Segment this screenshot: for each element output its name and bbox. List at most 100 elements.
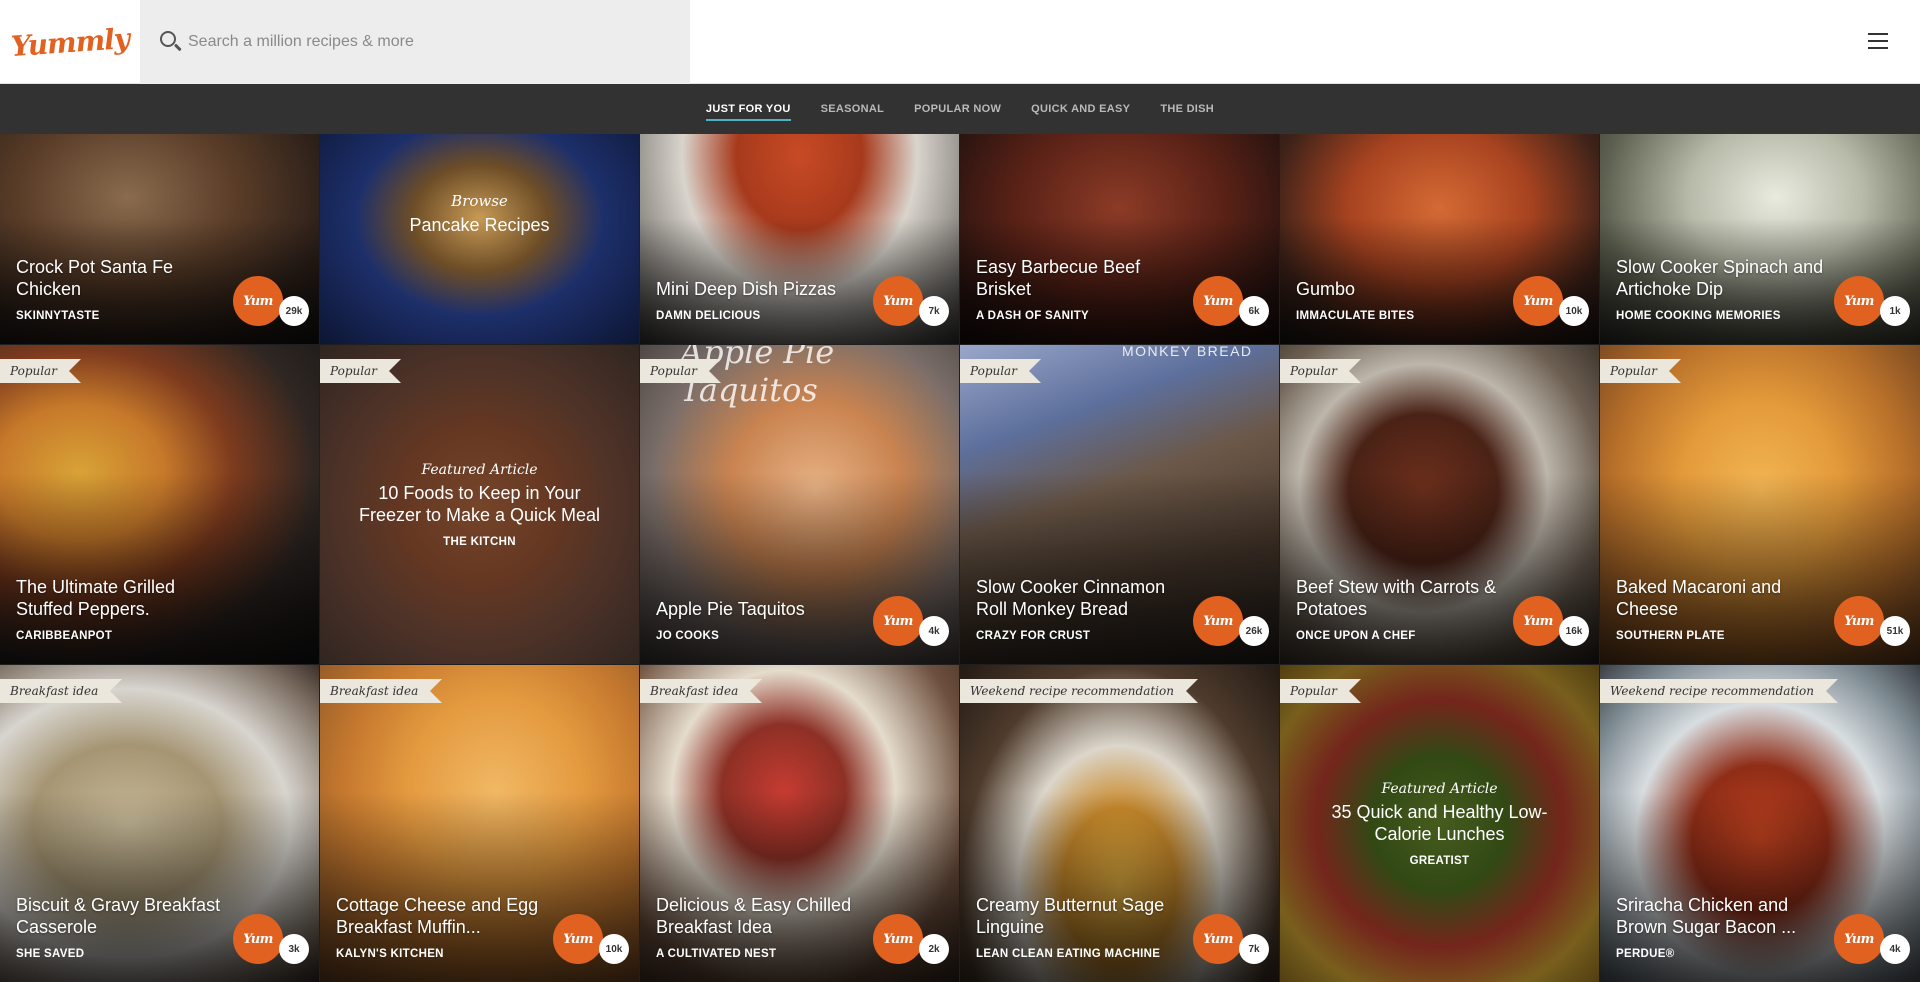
recipe-card[interactable]: Apple Pie Taquitos Popular Apple Pie Taq… [640,345,959,664]
hamburger-menu-icon[interactable] [1868,33,1888,49]
yum-button[interactable]: Yum [1834,276,1884,326]
category-nav: JUST FOR YOU SEASONAL POPULAR NOW QUICK … [0,84,1920,134]
recipe-source[interactable]: SKINNYTASTE [16,310,100,322]
yum-count: 29k [279,296,309,326]
weekend-tag: Weekend recipe recommendation [1600,679,1838,703]
recipe-title[interactable]: Apple Pie Taquitos [656,598,866,620]
yum-button[interactable]: Yum [1193,914,1243,964]
article-card[interactable]: Popular Featured Article 35 Quick and He… [1280,665,1599,982]
search-bar[interactable] [140,0,690,84]
breakfast-tag: Breakfast idea [0,679,123,703]
recipe-card[interactable]: Crock Pot Santa Fe Chicken SKINNYTASTE Y… [0,134,319,344]
recipe-card[interactable]: Weekend recipe recommendation Sriracha C… [1600,665,1920,982]
recipe-title[interactable]: Crock Pot Santa Fe Chicken [16,256,226,300]
yum-button[interactable]: Yum [1834,914,1884,964]
recipe-title[interactable]: Biscuit & Gravy Breakfast Casserole [16,894,226,938]
yum-button[interactable]: Yum [1834,596,1884,646]
article-title[interactable]: 10 Foods to Keep in Your Freezer to Make… [350,482,609,526]
recipe-card[interactable]: MONKEY BREAD Popular Slow Cooker Cinnamo… [960,345,1279,664]
yum-count: 10k [599,934,629,964]
recipe-source[interactable]: DAMN DELICIOUS [656,310,761,322]
yum-button[interactable]: Yum [873,596,923,646]
yum-count: 7k [1239,934,1269,964]
tab-just-for-you[interactable]: JUST FOR YOU [691,84,806,134]
yum-button[interactable]: Yum [233,914,283,964]
yum-count: 2k [919,934,949,964]
recipe-title[interactable]: The Ultimate Grilled Stuffed Peppers. [16,576,226,620]
yum-count: 26k [1239,616,1269,646]
recipe-title[interactable]: Mini Deep Dish Pizzas [656,278,866,300]
yum-count: 6k [1239,296,1269,326]
logo-text[interactable]: Yummly [10,21,130,62]
recipe-card[interactable]: Easy Barbecue Beef Brisket A DASH OF SAN… [960,134,1279,344]
breakfast-tag: Breakfast idea [320,679,443,703]
recipe-title[interactable]: Slow Cooker Cinnamon Roll Monkey Bread [976,576,1186,620]
yum-button[interactable]: Yum [873,276,923,326]
yum-button[interactable]: Yum [1513,276,1563,326]
recipe-card[interactable]: Weekend recipe recommendation Creamy But… [960,665,1279,982]
recipe-source[interactable]: IMMACULATE BITES [1296,310,1414,322]
search-icon[interactable] [160,31,182,53]
tab-popular-now[interactable]: POPULAR NOW [899,84,1016,134]
article-source[interactable]: THE KITCHN [350,536,609,548]
yum-count: 4k [1880,934,1910,964]
recipe-source[interactable]: CRAZY FOR CRUST [976,630,1090,642]
recipe-source[interactable]: SHE SAVED [16,948,84,960]
recipe-grid: Crock Pot Santa Fe Chicken SKINNYTASTE Y… [0,134,1920,982]
browse-card[interactable]: Browse Pancake Recipes [320,134,639,344]
recipe-card[interactable]: Popular The Ultimate Grilled Stuffed Pep… [0,345,319,664]
popular-tag: Popular [1280,679,1361,703]
tab-quick-and-easy[interactable]: QUICK AND EASY [1016,84,1145,134]
recipe-title[interactable]: Delicious & Easy Chilled Breakfast Idea [656,894,866,938]
popular-tag: Popular [1600,359,1681,383]
recipe-source[interactable]: ONCE UPON A CHEF [1296,630,1416,642]
tab-seasonal[interactable]: SEASONAL [806,84,900,134]
yum-button[interactable]: Yum [1193,276,1243,326]
yum-count: 10k [1559,296,1589,326]
browse-title[interactable]: Pancake Recipes [350,214,609,236]
browse-kicker: Browse [451,191,508,210]
recipe-source[interactable]: LEAN CLEAN EATING MACHINE [976,948,1160,960]
article-source[interactable]: GREATIST [1310,855,1569,867]
recipe-title[interactable]: Creamy Butternut Sage Linguine [976,894,1186,938]
yum-count: 1k [1880,296,1910,326]
recipe-card[interactable]: Gumbo IMMACULATE BITES Yum 10k [1280,134,1599,344]
recipe-source[interactable]: CARIBBEANPOT [16,630,112,642]
search-input[interactable] [188,22,668,62]
recipe-card[interactable]: Mini Deep Dish Pizzas DAMN DELICIOUS Yum… [640,134,959,344]
yum-button[interactable]: Yum [553,914,603,964]
yum-button[interactable]: Yum [1193,596,1243,646]
recipe-title[interactable]: Sriracha Chicken and Brown Sugar Bacon .… [1616,894,1826,938]
recipe-source[interactable]: PERDUE® [1616,948,1675,960]
yum-button[interactable]: Yum [873,914,923,964]
popular-tag: Popular [0,359,81,383]
recipe-source[interactable]: HOME COOKING MEMORIES [1616,310,1781,322]
recipe-card[interactable]: Breakfast idea Cottage Cheese and Egg Br… [320,665,639,982]
recipe-title[interactable]: Slow Cooker Spinach and Artichoke Dip [1616,256,1826,300]
yum-count: 51k [1880,616,1910,646]
tab-the-dish[interactable]: THE DISH [1145,84,1229,134]
article-title[interactable]: 35 Quick and Healthy Low-Calorie Lunches [1310,801,1569,845]
recipe-title[interactable]: Baked Macaroni and Cheese [1616,576,1826,620]
article-card[interactable]: Popular Featured Article 10 Foods to Kee… [320,345,639,664]
recipe-title[interactable]: Easy Barbecue Beef Brisket [976,256,1186,300]
recipe-source[interactable]: JO COOKS [656,630,719,642]
recipe-card[interactable]: Popular Beef Stew with Carrots & Potatoe… [1280,345,1599,664]
recipe-source[interactable]: SOUTHERN PLATE [1616,630,1725,642]
yum-button[interactable]: Yum [233,276,283,326]
recipe-title[interactable]: Cottage Cheese and Egg Breakfast Muffin.… [336,894,546,938]
article-kicker: Featured Article [1381,780,1498,797]
article-kicker: Featured Article [421,461,538,478]
yum-button[interactable]: Yum [1513,596,1563,646]
yummly-logo[interactable]: Yummly [0,0,140,84]
recipe-source[interactable]: A DASH OF SANITY [976,310,1089,322]
recipe-card[interactable]: Slow Cooker Spinach and Artichoke Dip HO… [1600,134,1920,344]
recipe-source[interactable]: KALYN'S KITCHEN [336,948,444,960]
recipe-title[interactable]: Beef Stew with Carrots & Potatoes [1296,576,1506,620]
recipe-card[interactable]: Breakfast idea Biscuit & Gravy Breakfast… [0,665,319,982]
recipe-card[interactable]: Breakfast idea Delicious & Easy Chilled … [640,665,959,982]
weekend-tag: Weekend recipe recommendation [960,679,1198,703]
recipe-source[interactable]: A CULTIVATED NEST [656,948,776,960]
recipe-card[interactable]: Popular Baked Macaroni and Cheese SOUTHE… [1600,345,1920,664]
recipe-title[interactable]: Gumbo [1296,278,1506,300]
